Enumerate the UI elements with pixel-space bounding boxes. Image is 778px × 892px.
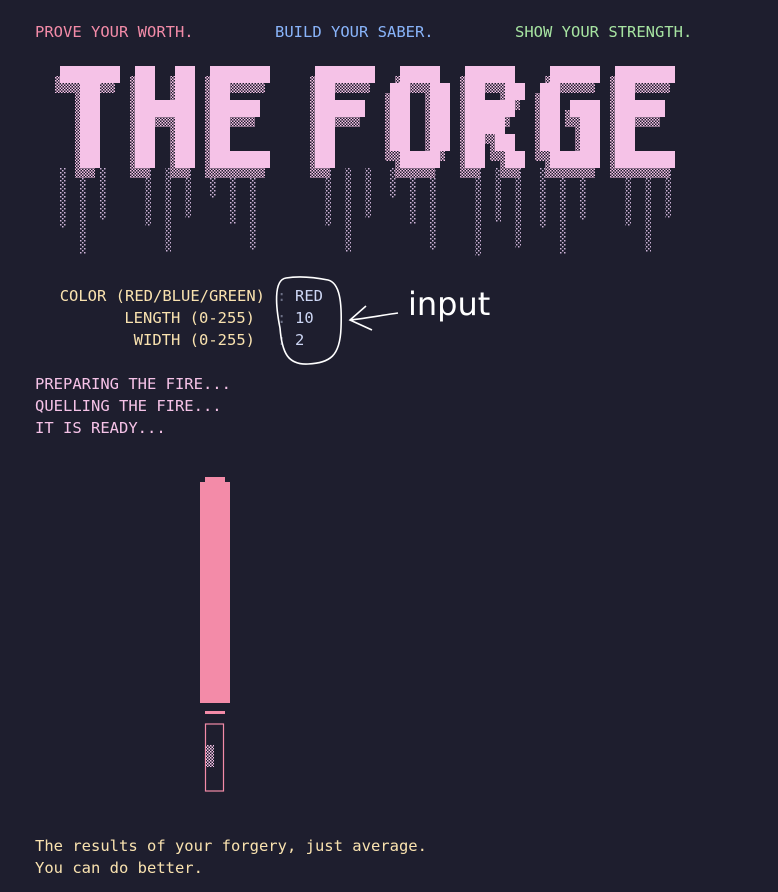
saber-guard — [205, 711, 225, 714]
annotation-text: input — [408, 285, 490, 323]
message-line: IT IS READY... — [35, 419, 166, 437]
tagline-show: SHOW YOUR STRENGTH. — [515, 23, 693, 41]
tagline-build: BUILD YOUR SABER. — [275, 23, 434, 41]
tagline-prove: PROVE YOUR WORTH. — [35, 23, 194, 41]
lightsaber — [200, 477, 230, 792]
message-line: PREPARING THE FIRE... — [35, 375, 231, 393]
saber-grip — [206, 745, 214, 767]
input-annotation: input — [275, 276, 490, 365]
param-label-color: COLOR (RED/BLUE/GREEN) — [59, 287, 265, 305]
saber-blade — [200, 482, 230, 703]
param-label-width: WIDTH (0-255) — [133, 331, 255, 349]
param-label-length: LENGTH (0-255) — [124, 309, 255, 327]
circle-mark — [275, 276, 343, 365]
result-line: The results of your forgery, just averag… — [35, 837, 427, 855]
message-line: QUELLING THE FIRE... — [35, 397, 222, 415]
result-line: You can do better. — [35, 859, 203, 877]
forge-banner — [55, 66, 675, 256]
